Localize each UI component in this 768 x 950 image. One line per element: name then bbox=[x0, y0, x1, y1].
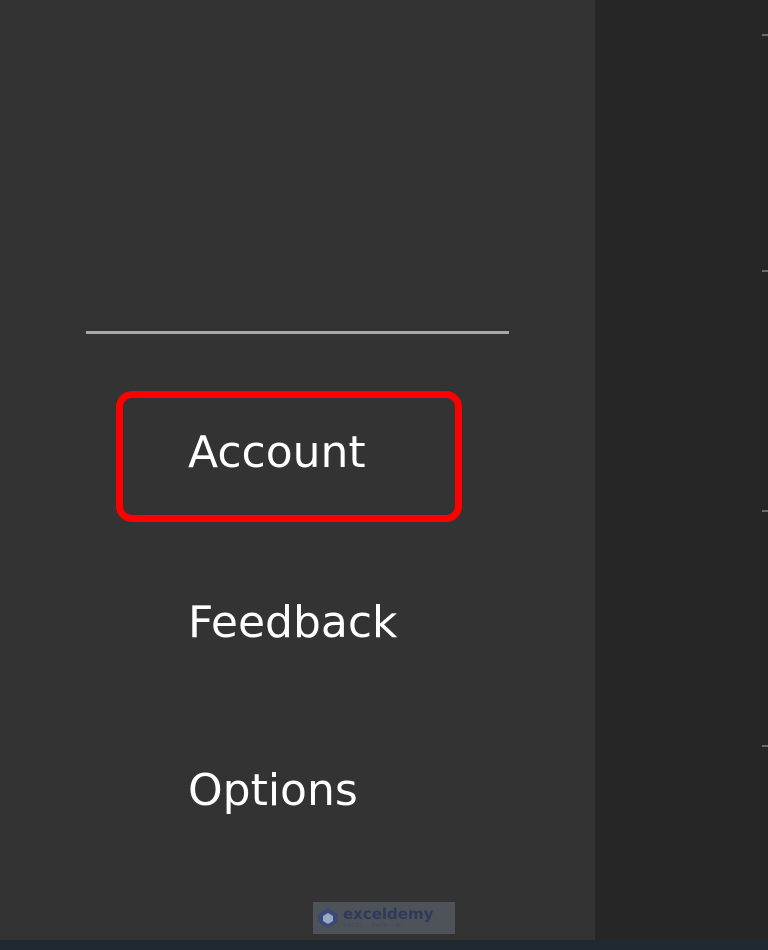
backstage-sidebar: Account Feedback Options exceldemy EXCEL… bbox=[0, 0, 595, 940]
edge-tick bbox=[762, 270, 768, 272]
watermark-name: exceldemy bbox=[343, 905, 434, 923]
sidebar-item-feedback[interactable]: Feedback bbox=[188, 598, 398, 648]
taskbar-edge bbox=[0, 940, 768, 950]
sidebar-item-options[interactable]: Options bbox=[188, 766, 358, 816]
exceldemy-logo-icon bbox=[318, 908, 338, 928]
edge-tick bbox=[762, 745, 768, 747]
watermark: exceldemy EXCEL · DATA · BI bbox=[313, 902, 455, 934]
watermark-tagline: EXCEL · DATA · BI bbox=[343, 923, 403, 929]
sidebar-divider bbox=[86, 331, 509, 334]
edge-tick bbox=[762, 34, 768, 36]
content-pane bbox=[595, 0, 768, 940]
edge-tick bbox=[762, 510, 768, 512]
sidebar-item-account[interactable]: Account bbox=[188, 428, 366, 478]
